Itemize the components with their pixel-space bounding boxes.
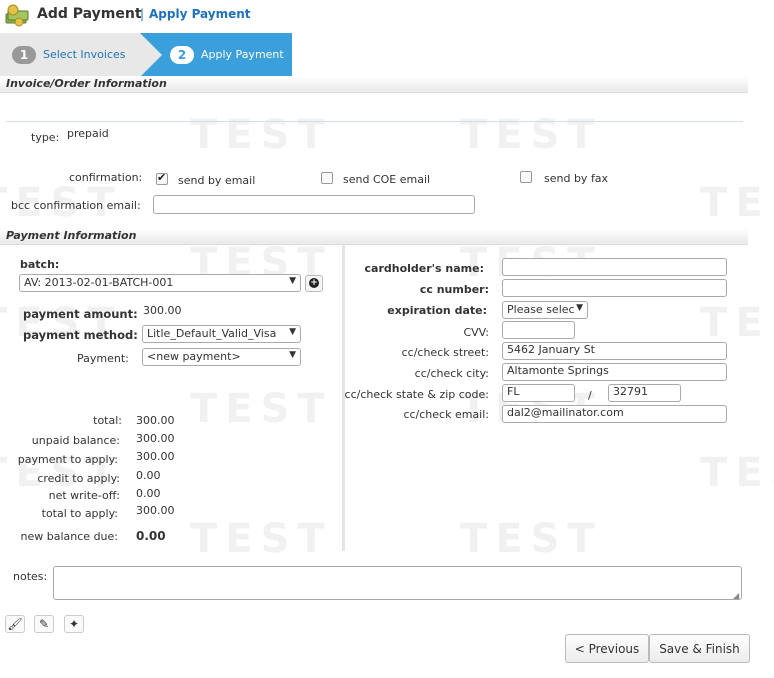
net-write-off-value: 0.00 bbox=[136, 487, 161, 500]
divider bbox=[6, 121, 743, 122]
cardholder-name-input[interactable] bbox=[502, 258, 727, 276]
unpaid-balance-label: unpaid balance: bbox=[31, 434, 120, 447]
save-finish-button[interactable]: Save & Finish bbox=[649, 634, 750, 663]
zip-separator: / bbox=[588, 389, 592, 402]
send-coe-email-label: send COE email bbox=[343, 173, 431, 186]
bcc-email-input[interactable] bbox=[153, 195, 475, 214]
section-title: Invoice/Order Information bbox=[6, 77, 167, 90]
wizard-steps: 1 Select Invoices 2 Apply Payment bbox=[0, 33, 292, 77]
step-number: 2 bbox=[170, 46, 194, 64]
city-input[interactable]: Altamonte Springs bbox=[502, 363, 727, 381]
type-value: prepaid bbox=[67, 127, 109, 140]
cvv-label: CVV: bbox=[463, 326, 489, 339]
send-coe-email-checkbox[interactable] bbox=[321, 172, 333, 184]
type-label: type: bbox=[31, 131, 60, 144]
previous-button[interactable]: < Previous bbox=[565, 634, 649, 663]
notes-label: notes: bbox=[13, 570, 48, 583]
watermark: TEST bbox=[700, 450, 774, 496]
plus-icon: + bbox=[309, 278, 319, 288]
credit-to-apply-value: 0.00 bbox=[136, 469, 161, 482]
street-input[interactable]: 5462 January St bbox=[502, 342, 727, 360]
add-batch-button[interactable]: + bbox=[305, 275, 323, 292]
notes-textarea[interactable] bbox=[53, 566, 742, 600]
payment-method-label: payment method: bbox=[23, 328, 138, 342]
cc-number-label: cc number: bbox=[419, 283, 489, 296]
batch-label: batch: bbox=[20, 258, 60, 271]
send-by-email-checkbox[interactable] bbox=[156, 171, 168, 185]
brush-icon[interactable]: 🖌 bbox=[5, 615, 25, 633]
expiration-date-select[interactable]: Please selec ▼ bbox=[502, 301, 588, 319]
invoice-section-header: Invoice/Order Information bbox=[0, 76, 748, 93]
expiration-date-value: Please selec bbox=[507, 303, 575, 316]
watermark: TEST bbox=[190, 516, 333, 562]
step-select-invoices[interactable]: 1 Select Invoices bbox=[0, 33, 140, 77]
payment-label: Payment: bbox=[77, 352, 129, 365]
email-label: cc/check email: bbox=[403, 408, 489, 421]
payment-amount-label: payment amount: bbox=[23, 307, 138, 321]
resize-handle-icon[interactable]: ◢ bbox=[733, 591, 739, 600]
cc-number-input[interactable] bbox=[502, 279, 727, 297]
step-apply-payment[interactable]: 2 Apply Payment bbox=[140, 33, 292, 77]
send-by-fax-checkbox[interactable] bbox=[520, 171, 532, 183]
watermark: TEST bbox=[460, 516, 603, 562]
net-write-off-label: net write-off: bbox=[48, 489, 120, 502]
new-balance-due-label: new balance due: bbox=[20, 530, 118, 543]
email-input[interactable]: dal2@mailinator.com bbox=[502, 405, 727, 423]
magic-wand-icon[interactable]: ✦ bbox=[64, 615, 84, 633]
expiration-date-label: expiration date: bbox=[387, 304, 487, 317]
payment-section-header: Payment Information bbox=[0, 228, 748, 245]
payment-value: <new payment> bbox=[147, 350, 241, 363]
cvv-input[interactable] bbox=[502, 321, 575, 339]
watermark: TEST bbox=[190, 112, 333, 158]
zip-input[interactable]: 32791 bbox=[608, 384, 681, 402]
street-label: cc/check street: bbox=[401, 346, 489, 359]
apply-payment-link[interactable]: Apply Payment bbox=[149, 7, 251, 21]
chevron-down-icon: ▼ bbox=[576, 303, 583, 313]
payment-to-apply-value: 300.00 bbox=[136, 450, 175, 463]
payment-amount-value: 300.00 bbox=[143, 304, 182, 317]
total-label: total: bbox=[93, 414, 122, 427]
payment-select[interactable]: <new payment> ▼ bbox=[142, 348, 301, 366]
step-number: 1 bbox=[12, 46, 36, 64]
batch-value: AV: 2013-02-01-BATCH-001 bbox=[24, 276, 174, 289]
payment-method-select[interactable]: Litle_Default_Valid_Visa ▼ bbox=[142, 325, 301, 343]
send-by-email-label: send by email bbox=[178, 174, 256, 187]
page-title: Add Payment bbox=[37, 6, 142, 22]
payment-to-apply-label: payment to apply: bbox=[17, 453, 118, 466]
new-balance-due-value: 0.00 bbox=[136, 529, 166, 543]
edit-icon[interactable]: ✎ bbox=[34, 615, 54, 633]
chevron-down-icon: ▼ bbox=[289, 350, 296, 360]
title-separator: | bbox=[140, 7, 145, 21]
section-title: Payment Information bbox=[6, 229, 137, 242]
watermark: TEST bbox=[700, 300, 774, 346]
watermark: TEST bbox=[190, 386, 333, 432]
watermark: TEST bbox=[700, 180, 774, 226]
cardholder-name-label: cardholder's name: bbox=[364, 262, 484, 275]
payment-method-value: Litle_Default_Valid_Visa bbox=[147, 327, 277, 340]
step-label: Select Invoices bbox=[43, 48, 126, 61]
chevron-down-icon: ▼ bbox=[289, 276, 296, 286]
money-stack-icon bbox=[4, 3, 30, 27]
total-value: 300.00 bbox=[136, 414, 175, 427]
unpaid-balance-value: 300.00 bbox=[136, 432, 175, 445]
step-arrow bbox=[140, 33, 162, 77]
total-to-apply-label: total to apply: bbox=[41, 507, 118, 520]
state-input[interactable]: FL bbox=[502, 384, 575, 402]
step-label: Apply Payment bbox=[201, 48, 284, 61]
watermark: TEST bbox=[460, 112, 603, 158]
bcc-email-label: bcc confirmation email: bbox=[11, 199, 141, 212]
send-by-fax-label: send by fax bbox=[544, 172, 609, 185]
city-label: cc/check city: bbox=[414, 367, 489, 380]
credit-to-apply-label: credit to apply: bbox=[37, 472, 120, 485]
total-to-apply-value: 300.00 bbox=[136, 504, 175, 517]
confirmation-label: confirmation: bbox=[69, 171, 143, 184]
batch-select[interactable]: AV: 2013-02-01-BATCH-001 ▼ bbox=[19, 274, 301, 292]
state-zip-label: cc/check state & zip code: bbox=[344, 388, 489, 401]
chevron-down-icon: ▼ bbox=[289, 327, 296, 337]
